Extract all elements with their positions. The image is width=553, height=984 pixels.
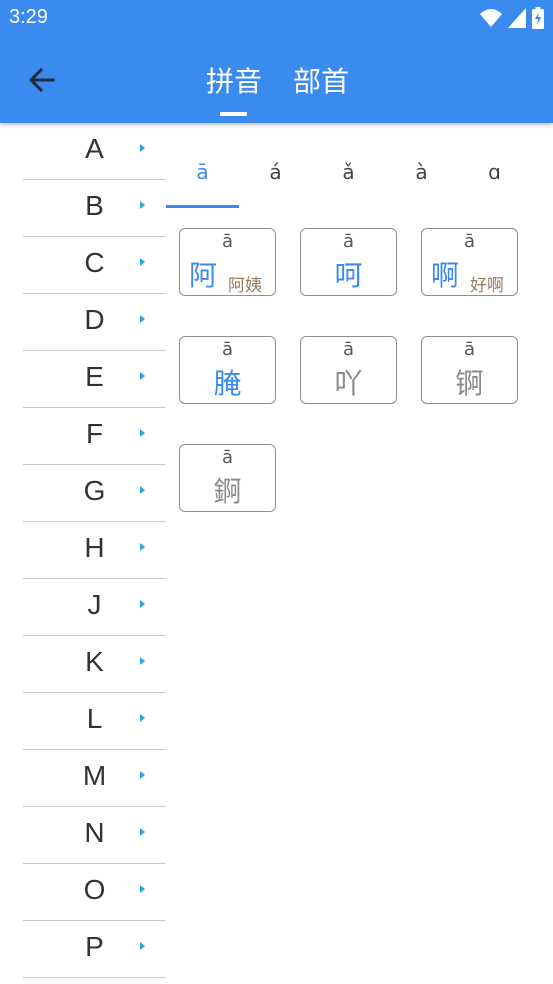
tone-tab[interactable]: ɑ xyxy=(458,160,531,184)
tone-underline xyxy=(166,205,239,208)
caret-right-icon xyxy=(140,543,145,551)
caret-right-icon xyxy=(140,828,145,836)
card-pinyin: ā xyxy=(221,447,234,468)
back-button[interactable] xyxy=(26,62,60,98)
character-card[interactable]: ā 啊好啊 xyxy=(421,228,518,296)
card-character: 腌 xyxy=(213,367,242,400)
card-character: 锕 xyxy=(455,367,484,400)
card-example-word: 好啊 xyxy=(470,276,504,296)
letter-item[interactable]: J xyxy=(23,579,166,636)
tab-radical[interactable]: 部首 xyxy=(293,62,349,102)
caret-right-icon xyxy=(140,600,145,608)
character-card[interactable]: ā呵 xyxy=(300,228,397,296)
caret-right-icon xyxy=(140,657,145,665)
letter-index: ABCDEFGHJKLMNOP xyxy=(23,123,166,978)
card-example-word: 阿姨 xyxy=(228,276,262,296)
letter-item[interactable]: K xyxy=(23,636,166,693)
caret-right-icon xyxy=(140,942,145,950)
letter-item[interactable]: A xyxy=(23,123,166,180)
caret-right-icon xyxy=(140,885,145,893)
card-pinyin: ā xyxy=(342,231,355,252)
tone-tab[interactable]: á xyxy=(239,160,312,184)
letter-item[interactable]: P xyxy=(23,921,166,978)
status-time: 3:29 xyxy=(9,6,48,28)
caret-right-icon xyxy=(140,258,145,266)
card-pinyin: ā xyxy=(221,339,234,360)
letter-item[interactable]: O xyxy=(23,864,166,921)
character-card[interactable]: ā 阿阿姨 xyxy=(179,228,276,296)
caret-right-icon xyxy=(140,201,145,209)
caret-right-icon xyxy=(140,429,145,437)
card-pinyin: ā xyxy=(221,231,234,252)
letter-item[interactable]: C xyxy=(23,237,166,294)
caret-right-icon xyxy=(140,315,145,323)
tone-tab[interactable]: ǎ xyxy=(312,160,385,184)
card-character: 啊 xyxy=(431,259,460,292)
caret-right-icon xyxy=(140,714,145,722)
letter-item[interactable]: D xyxy=(23,294,166,351)
app-bar: 3:29 拼音 部首 xyxy=(0,0,553,123)
status-icons xyxy=(480,6,544,30)
character-card[interactable]: ā吖 xyxy=(300,336,397,404)
letter-item[interactable]: E xyxy=(23,351,166,408)
tone-tab[interactable]: ā xyxy=(166,160,239,184)
character-card[interactable]: ā锕 xyxy=(421,336,518,404)
letter-item[interactable]: H xyxy=(23,522,166,579)
character-card[interactable]: ā腌 xyxy=(179,336,276,404)
tone-tabs: āáǎàɑ xyxy=(166,152,553,208)
letter-item[interactable]: F xyxy=(23,408,166,465)
card-pinyin: ā xyxy=(342,339,355,360)
tab-indicator xyxy=(220,112,247,116)
letter-item[interactable]: M xyxy=(23,750,166,807)
caret-right-icon xyxy=(140,144,145,152)
tone-tab[interactable]: à xyxy=(385,160,458,184)
signal-icon xyxy=(508,8,526,28)
card-character: 阿 xyxy=(189,259,218,292)
caret-right-icon xyxy=(140,486,145,494)
battery-icon xyxy=(532,7,544,29)
card-character: 呵 xyxy=(334,259,363,292)
back-arrow-icon xyxy=(28,67,55,93)
letter-item[interactable]: B xyxy=(23,180,166,237)
caret-right-icon xyxy=(140,771,145,779)
card-character: 錒 xyxy=(213,475,242,508)
letter-item[interactable]: L xyxy=(23,693,166,750)
card-character: 吖 xyxy=(334,367,363,400)
character-card[interactable]: ā錒 xyxy=(179,444,276,512)
letter-item[interactable]: G xyxy=(23,465,166,522)
tab-pinyin[interactable]: 拼音 xyxy=(206,62,262,102)
card-pinyin: ā xyxy=(463,339,476,360)
card-pinyin: ā xyxy=(463,231,476,252)
caret-right-icon xyxy=(140,372,145,380)
letter-item[interactable]: N xyxy=(23,807,166,864)
wifi-icon xyxy=(480,9,502,27)
